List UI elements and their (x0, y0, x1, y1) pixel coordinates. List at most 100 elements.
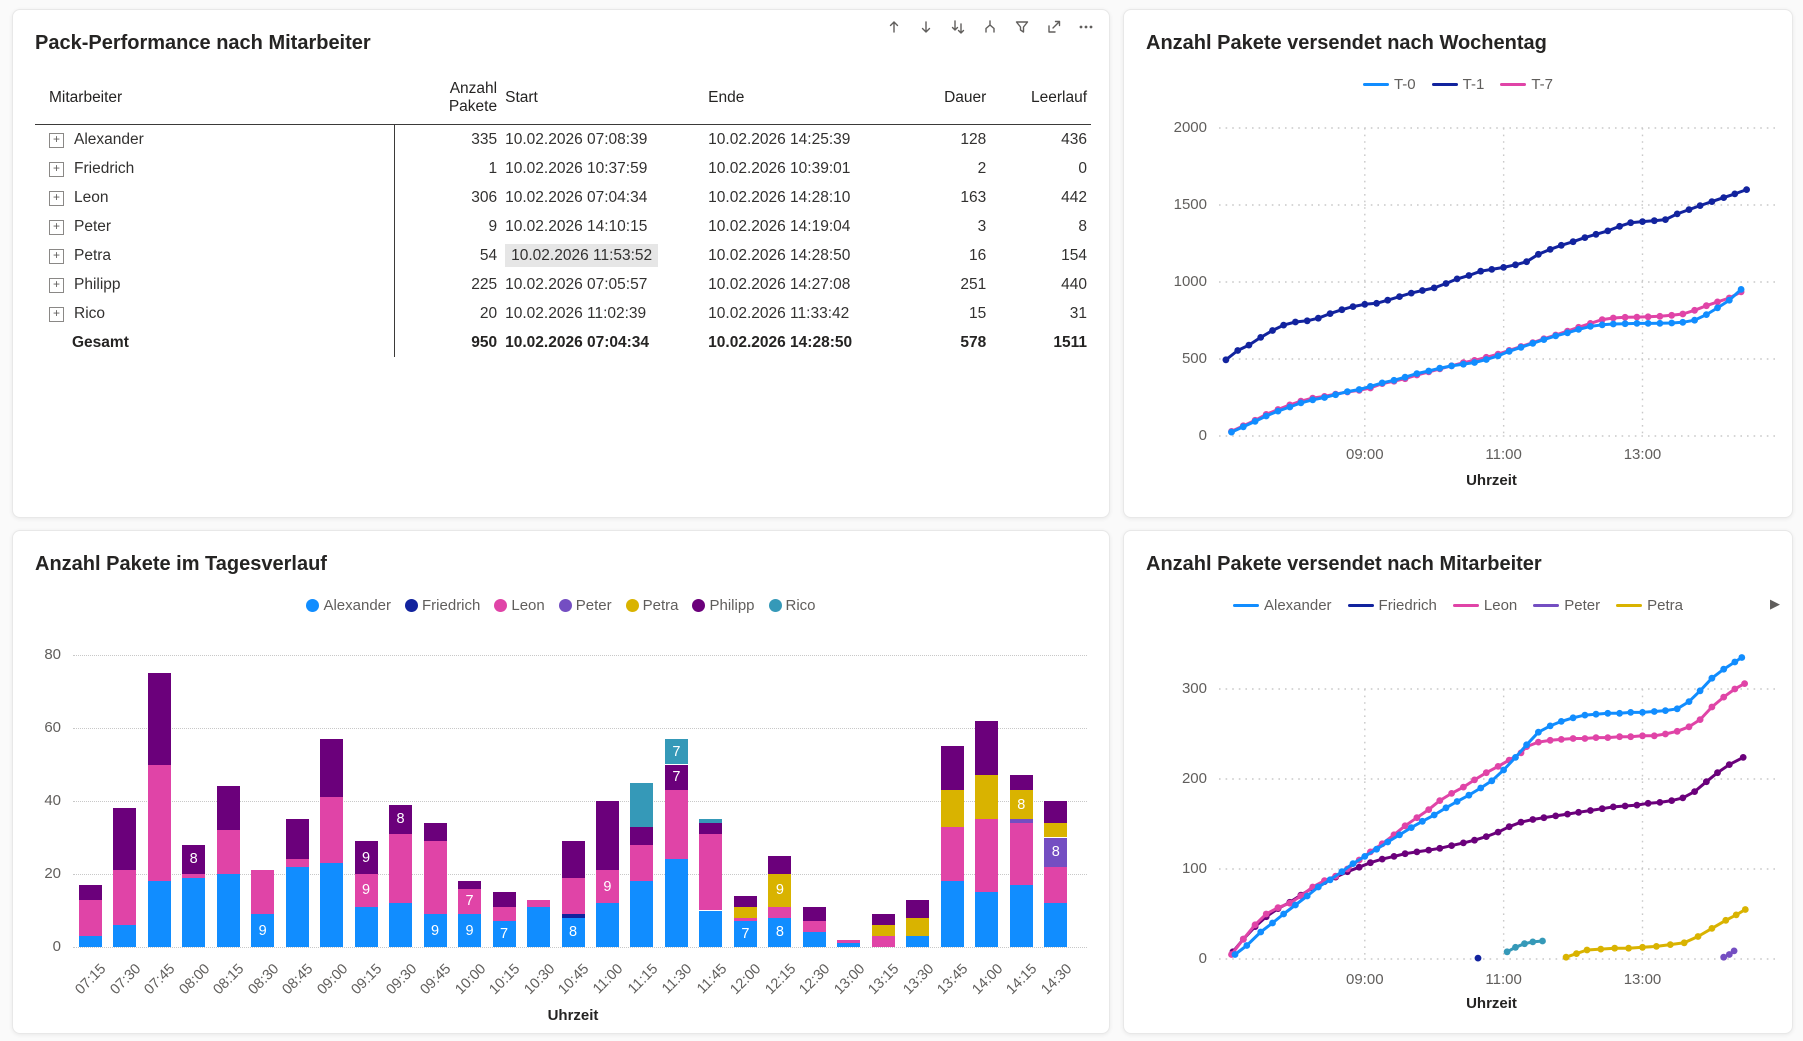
bar-segment-leon[interactable] (182, 874, 205, 878)
bar-segment-alexander[interactable]: 7 (493, 921, 516, 947)
table-row[interactable]: +Alexander33510.02.2026 07:08:3910.02.20… (35, 125, 1091, 155)
data-point-t-0[interactable] (1703, 311, 1710, 318)
data-point-petra[interactable] (1573, 950, 1580, 957)
bar-segment-leon[interactable] (1010, 823, 1033, 885)
data-point-t-1[interactable] (1570, 238, 1577, 245)
data-point-alexander[interactable] (1535, 729, 1542, 736)
data-point-t-0[interactable] (1436, 365, 1443, 372)
bar-segment-peter[interactable]: 8 (1044, 838, 1067, 867)
data-point-leon[interactable] (1582, 735, 1589, 742)
bar-segment-leon[interactable] (699, 834, 722, 911)
data-point-leon[interactable] (1547, 737, 1554, 744)
bar-segment-alexander[interactable] (79, 936, 102, 947)
data-point-t-7[interactable] (1691, 307, 1698, 314)
data-point-alexander[interactable] (1674, 705, 1681, 712)
data-point-t-1[interactable] (1512, 261, 1519, 268)
data-point-philipp[interactable] (1402, 850, 1409, 857)
data-point-rico[interactable] (1521, 940, 1528, 947)
bar-segment-alexander[interactable]: 8 (562, 918, 585, 947)
bar-segment-alexander[interactable] (527, 907, 550, 947)
legend-item-friedrich[interactable]: Friedrich (405, 597, 480, 614)
data-point-t-0[interactable] (1738, 286, 1745, 293)
data-point-philipp[interactable] (1541, 814, 1548, 821)
data-point-alexander[interactable] (1731, 659, 1738, 666)
data-point-alexander[interactable] (1454, 798, 1461, 805)
expand-icon[interactable]: + (49, 249, 64, 264)
data-point-t-1[interactable] (1604, 228, 1611, 235)
bar-segment-philipp[interactable]: 7 (665, 765, 688, 791)
legend-item-leon[interactable]: Leon (494, 597, 544, 614)
legend-item-alexander[interactable]: Alexander (306, 597, 391, 614)
cell-start[interactable]: 10.02.2026 11:02:39 (501, 299, 704, 328)
data-point-alexander[interactable] (1738, 654, 1745, 661)
data-point-philipp[interactable] (1552, 813, 1559, 820)
data-point-philipp[interactable] (1657, 799, 1664, 806)
bar-segment-alexander[interactable] (148, 881, 171, 947)
data-point-philipp[interactable] (1483, 833, 1490, 840)
data-point-leon[interactable] (1616, 733, 1623, 740)
data-point-philipp[interactable] (1740, 754, 1747, 761)
bar-segment-petra[interactable] (941, 790, 964, 827)
column-header-start[interactable]: Start (501, 72, 704, 125)
data-point-alexander[interactable] (1709, 675, 1716, 682)
data-point-t-0[interactable] (1483, 356, 1490, 363)
bar-segment-leon[interactable] (320, 797, 343, 863)
data-point-peter[interactable] (1731, 948, 1738, 955)
data-point-alexander[interactable] (1431, 812, 1438, 819)
data-point-leon[interactable] (1275, 904, 1282, 911)
bar-segment-alexander[interactable] (320, 863, 343, 947)
bar-segment-philipp[interactable] (562, 841, 585, 878)
data-point-alexander[interactable] (1292, 902, 1299, 909)
data-point-leon[interactable] (1593, 734, 1600, 741)
data-point-t-1[interactable] (1651, 217, 1658, 224)
data-point-leon[interactable] (1558, 736, 1565, 743)
cell-start[interactable]: 10.02.2026 07:08:39 (501, 125, 704, 155)
data-point-t-0[interactable] (1367, 383, 1374, 390)
data-point-t-1[interactable] (1315, 315, 1322, 322)
data-point-t-0[interactable] (1657, 320, 1664, 327)
data-point-leon[interactable] (1627, 733, 1634, 740)
data-point-t-0[interactable] (1332, 391, 1339, 398)
bar-segment-leon[interactable] (424, 841, 447, 914)
column-header-dauer[interactable]: Dauer (906, 72, 990, 125)
data-point-philipp[interactable] (1379, 856, 1386, 863)
bar-segment-rico[interactable] (699, 819, 722, 823)
data-point-leon[interactable] (1460, 784, 1467, 791)
bar-segment-philipp[interactable]: 9 (355, 841, 378, 874)
cell-name[interactable]: +Rico (35, 299, 394, 328)
data-point-alexander[interactable] (1280, 911, 1287, 918)
data-point-leon[interactable] (1697, 716, 1704, 723)
drill-up-icon[interactable] (885, 18, 903, 36)
bar-segment-petra[interactable] (906, 918, 929, 936)
data-point-petra[interactable] (1709, 925, 1716, 932)
data-point-t-0[interactable] (1645, 320, 1652, 327)
data-point-t-0[interactable] (1309, 396, 1316, 403)
data-point-t-0[interactable] (1286, 404, 1293, 411)
cell-name[interactable]: +Leon (35, 183, 394, 212)
data-point-leon[interactable] (1741, 680, 1748, 687)
data-point-t-1[interactable] (1280, 322, 1287, 329)
bar-segment-alexander[interactable]: 9 (458, 914, 481, 947)
data-point-philipp[interactable] (1506, 823, 1513, 830)
bar-segment-alexander[interactable] (1044, 903, 1067, 947)
data-point-t-0[interactable] (1356, 386, 1363, 393)
cell-start[interactable]: 10.02.2026 10:37:59 (501, 154, 704, 183)
data-point-t-1[interactable] (1627, 219, 1634, 226)
data-point-philipp[interactable] (1622, 803, 1629, 810)
data-point-t-1[interactable] (1697, 202, 1704, 209)
data-point-alexander[interactable] (1523, 741, 1530, 748)
cell-start[interactable]: 10.02.2026 07:05:57 (501, 270, 704, 299)
data-point-alexander[interactable] (1315, 884, 1322, 891)
data-point-t-0[interactable] (1414, 370, 1421, 377)
selected-cell-value[interactable]: 10.02.2026 11:53:52 (505, 244, 658, 267)
data-point-philipp[interactable] (1436, 845, 1443, 852)
data-point-alexander[interactable] (1558, 718, 1565, 725)
bar-segment-alexander[interactable] (355, 907, 378, 947)
data-point-t-0[interactable] (1228, 429, 1235, 436)
data-point-alexander[interactable] (1627, 709, 1634, 716)
filter-icon[interactable] (1013, 18, 1031, 36)
bar-segment-alexander[interactable] (699, 911, 722, 948)
table-row[interactable]: +Petra5410.02.2026 11:53:5210.02.2026 14… (35, 241, 1091, 270)
cell-ende[interactable]: 10.02.2026 14:28:50 (704, 241, 906, 270)
data-point-t-0[interactable] (1599, 321, 1606, 328)
